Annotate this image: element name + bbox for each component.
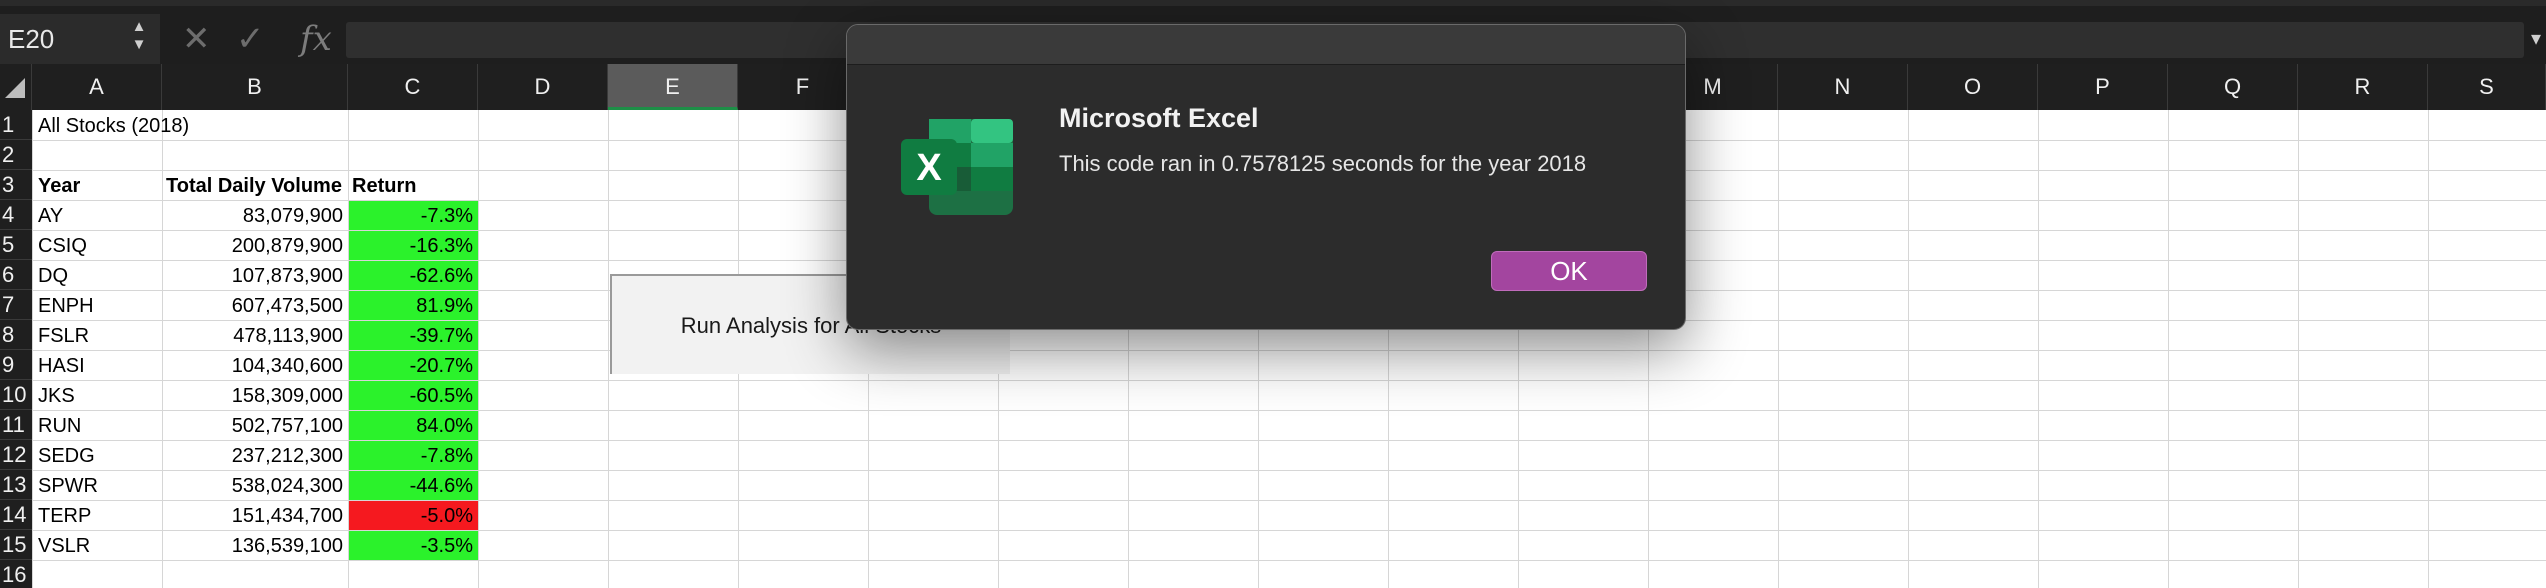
cell-ticker[interactable]: SPWR bbox=[34, 471, 162, 501]
cell-ticker[interactable]: DQ bbox=[34, 261, 162, 291]
cell-ticker[interactable]: ENPH bbox=[34, 291, 162, 321]
column-header-b[interactable]: B bbox=[162, 64, 348, 110]
cell-ticker[interactable]: CSIQ bbox=[34, 231, 162, 261]
column-header-a[interactable]: A bbox=[32, 64, 162, 110]
cell-volume[interactable]: 136,539,100 bbox=[162, 531, 348, 561]
column-header-r[interactable]: R bbox=[2298, 64, 2428, 110]
cell-volume[interactable]: 607,473,500 bbox=[162, 291, 348, 321]
select-all-corner[interactable] bbox=[0, 64, 32, 110]
column-header-c[interactable]: C bbox=[348, 64, 478, 110]
svg-text:X: X bbox=[916, 147, 942, 189]
grid-vline bbox=[2428, 110, 2429, 588]
cell-volume[interactable]: 158,309,000 bbox=[162, 381, 348, 411]
grid-vline bbox=[2168, 110, 2169, 588]
cell-volume[interactable]: 83,079,900 bbox=[162, 201, 348, 231]
excel-logo-icon: X bbox=[901, 119, 1013, 215]
cell-volume[interactable]: 104,340,600 bbox=[162, 351, 348, 381]
row-header-6[interactable]: 6 bbox=[0, 260, 32, 290]
dialog-titlebar[interactable] bbox=[847, 25, 1685, 65]
chevron-down-icon[interactable]: ▾ bbox=[2526, 26, 2546, 51]
cell-ticker[interactable]: HASI bbox=[34, 351, 162, 381]
dialog-title: Microsoft Excel bbox=[1059, 103, 1259, 133]
name-box-stepper-icon[interactable]: ▲ ▼ bbox=[128, 18, 150, 58]
cell-ticker[interactable]: VSLR bbox=[34, 531, 162, 561]
grid-hline bbox=[32, 560, 2546, 561]
cell-volume[interactable]: 107,873,900 bbox=[162, 261, 348, 291]
cell-ticker[interactable]: SEDG bbox=[34, 441, 162, 471]
row-header-11[interactable]: 11 bbox=[0, 410, 32, 440]
grid-vline bbox=[478, 110, 479, 588]
row-header-12[interactable]: 12 bbox=[0, 440, 32, 470]
row-header-1[interactable]: 1 bbox=[0, 110, 32, 140]
column-header-e[interactable]: E bbox=[608, 64, 738, 110]
column-header-p[interactable]: P bbox=[2038, 64, 2168, 110]
grid-vline bbox=[2298, 110, 2299, 588]
row-header-16[interactable]: 16 bbox=[0, 560, 32, 588]
column-header-q[interactable]: Q bbox=[2168, 64, 2298, 110]
grid-vline bbox=[1908, 110, 1909, 588]
cell-ticker[interactable]: AY bbox=[34, 201, 162, 231]
cell-volume[interactable]: 502,757,100 bbox=[162, 411, 348, 441]
row-header-15[interactable]: 15 bbox=[0, 530, 32, 560]
cell-return[interactable]: -60.5% bbox=[349, 381, 478, 410]
row-header-9[interactable]: 9 bbox=[0, 350, 32, 380]
row-header-5[interactable]: 5 bbox=[0, 230, 32, 260]
row-header-3[interactable]: 3 bbox=[0, 170, 32, 200]
grid-vline bbox=[1778, 110, 1779, 588]
cell-return[interactable]: -16.3% bbox=[349, 231, 478, 260]
alert-dialog: X Microsoft Excel This code ran in 0.757… bbox=[846, 24, 1686, 330]
row-header-14[interactable]: 14 bbox=[0, 500, 32, 530]
cell-return[interactable]: -5.0% bbox=[349, 501, 478, 530]
cell-return[interactable]: -44.6% bbox=[349, 471, 478, 500]
cell-volume[interactable]: 237,212,300 bbox=[162, 441, 348, 471]
cancel-icon[interactable]: ✕ bbox=[182, 16, 211, 62]
ok-button[interactable]: OK bbox=[1491, 251, 1647, 291]
cell-return[interactable]: -62.6% bbox=[349, 261, 478, 290]
dialog-message: This code ran in 0.7578125 seconds for t… bbox=[1059, 151, 1587, 176]
grid-vline bbox=[2038, 110, 2039, 588]
column-header-s[interactable]: S bbox=[2428, 64, 2546, 110]
cell-ticker[interactable]: RUN bbox=[34, 411, 162, 441]
row-header-4[interactable]: 4 bbox=[0, 200, 32, 230]
cell-return[interactable]: 84.0% bbox=[349, 411, 478, 440]
row-header-7[interactable]: 7 bbox=[0, 290, 32, 320]
row-header-10[interactable]: 10 bbox=[0, 380, 32, 410]
grid-vline bbox=[32, 110, 33, 588]
row-header-8[interactable]: 8 bbox=[0, 320, 32, 350]
select-all-icon bbox=[5, 78, 25, 98]
cell-volume[interactable]: 538,024,300 bbox=[162, 471, 348, 501]
cell-return[interactable]: 81.9% bbox=[349, 291, 478, 320]
cell-C3[interactable]: Return bbox=[348, 171, 478, 201]
cell-A3[interactable]: Year bbox=[34, 171, 162, 201]
row-header-13[interactable]: 13 bbox=[0, 470, 32, 500]
cell-ticker[interactable]: JKS bbox=[34, 381, 162, 411]
cell-A1[interactable]: All Stocks (2018) bbox=[34, 111, 346, 141]
cell-volume[interactable]: 478,113,900 bbox=[162, 321, 348, 351]
cell-return[interactable]: -3.5% bbox=[349, 531, 478, 560]
column-header-o[interactable]: O bbox=[1908, 64, 2038, 110]
cell-ticker[interactable]: TERP bbox=[34, 501, 162, 531]
cell-volume[interactable]: 200,879,900 bbox=[162, 231, 348, 261]
cell-return[interactable]: -20.7% bbox=[349, 351, 478, 380]
fx-icon[interactable]: fx bbox=[300, 16, 332, 62]
row-header-2[interactable]: 2 bbox=[0, 140, 32, 170]
cell-return[interactable]: -7.8% bbox=[349, 441, 478, 470]
column-header-d[interactable]: D bbox=[478, 64, 608, 110]
column-header-n[interactable]: N bbox=[1778, 64, 1908, 110]
cell-B3[interactable]: Total Daily Volume bbox=[162, 171, 348, 201]
grid-vline bbox=[608, 110, 609, 588]
cell-volume[interactable]: 151,434,700 bbox=[162, 501, 348, 531]
cell-return[interactable]: -39.7% bbox=[349, 321, 478, 350]
enter-icon[interactable]: ✓ bbox=[236, 16, 265, 62]
cell-ticker[interactable]: FSLR bbox=[34, 321, 162, 351]
cell-return[interactable]: -7.3% bbox=[349, 201, 478, 230]
